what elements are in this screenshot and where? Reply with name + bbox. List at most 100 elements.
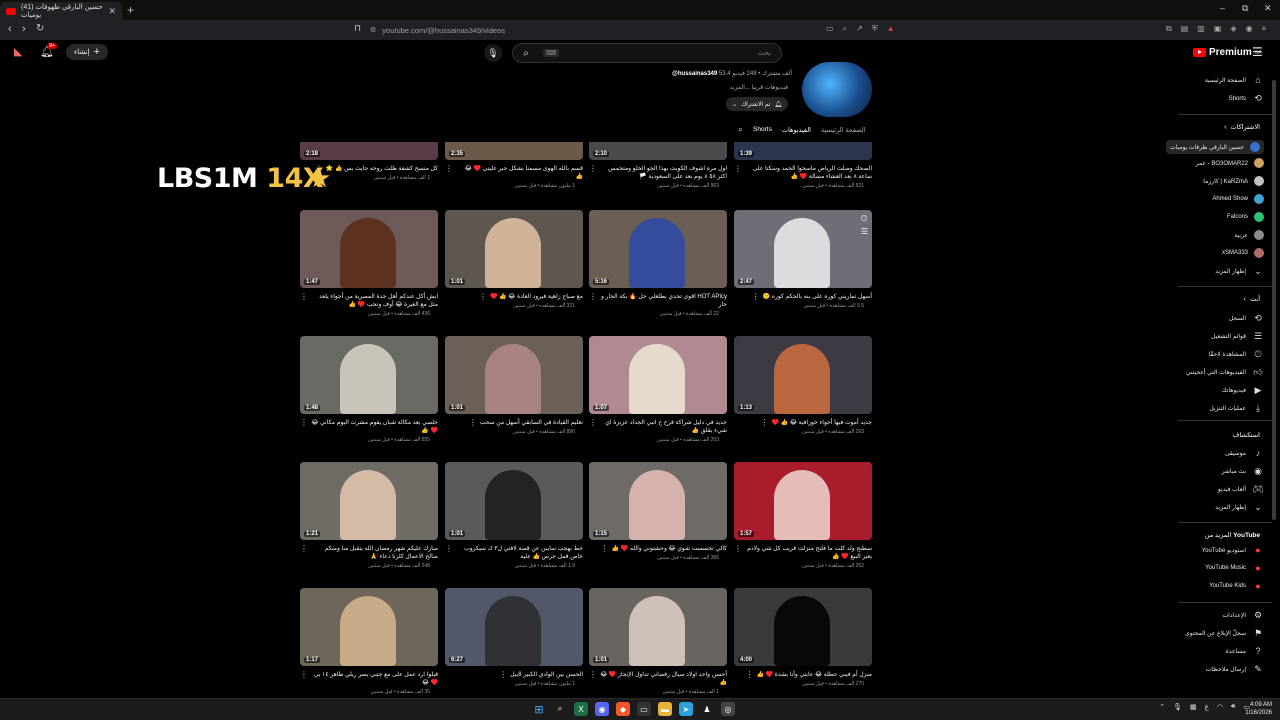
- video-card[interactable]: 1:15 كالي تحسست شوي 😂 وحشتوني والله ♥️ 👍 ⋮…: [589, 462, 727, 561]
- video-title[interactable]: تعليم القيادة في السابقي أسهل من سحب: [480, 419, 583, 427]
- excel-icon[interactable]: X: [574, 702, 588, 716]
- new-tab-button[interactable]: +: [127, 3, 134, 17]
- video-card[interactable]: 1:57 سطنج ولد كلت ما فلتح منزلت قريب كل ش…: [734, 462, 872, 569]
- more-actions-icon[interactable]: ⋮: [589, 671, 597, 687]
- video-thumbnail[interactable]: 1:07: [589, 336, 727, 414]
- video-card[interactable]: 1:01 تعليم القيادة في السابقي أسهل من سحب…: [445, 336, 583, 435]
- sidebar-item-more-from[interactable]: ● استوديو YouTube: [1202, 545, 1264, 555]
- network-icon[interactable]: ▦: [1190, 703, 1197, 711]
- video-title[interactable]: اول مره اشوف الكويت بهذا الجو الحلو ومتح…: [600, 165, 727, 181]
- tab-shorts[interactable]: Shorts: [753, 126, 772, 133]
- sidebar-item-you[interactable]: ⟲ السجل: [1229, 313, 1264, 324]
- video-card[interactable]: 1:01 مع صباح زاهية فيرود العادة 😂 👍 ♥️ ⋮ 32…: [445, 210, 583, 309]
- video-title[interactable]: الحسن بين الوادي الكبير 8بيل: [510, 671, 583, 679]
- video-thumbnail[interactable]: 6:27: [445, 588, 583, 666]
- video-card[interactable]: 1:13 جديد أموت فيها أجواء خورافية 😂 👍 ♥️ ⋮…: [734, 336, 872, 435]
- video-card[interactable]: 1:01 خط بهجب سايبن عن قصة لافتي ل٣ ك سيكر…: [445, 462, 583, 569]
- channel-search-icon[interactable]: ⌕: [738, 124, 743, 135]
- more-actions-icon[interactable]: ⋮: [479, 293, 487, 301]
- video-title[interactable]: ايش أكل عندكم أهل جدة المصرية من أجواء ي…: [311, 293, 438, 309]
- sidebar-item-footer[interactable]: ✎ إرسال ملاحظات: [1206, 664, 1264, 675]
- start-icon[interactable]: ⊞: [532, 702, 546, 716]
- video-title[interactable]: مع صباح زاهية فيرود العادة 😂 👍 ♥️: [490, 293, 583, 301]
- video-card[interactable]: 1:17 قيلوا ارد عمل على مع جتبي بصر ريلي ظ…: [300, 588, 438, 695]
- more-actions-icon[interactable]: ⋮: [589, 419, 597, 435]
- create-button[interactable]: إنشاء +: [66, 44, 108, 60]
- profile-icon[interactable]: ◉: [1246, 24, 1253, 34]
- sidebar-item-footer[interactable]: ⚑ سجلّ الإبلاغ عن المحتوى: [1185, 628, 1264, 639]
- video-card[interactable]: 2:35 قسم بالله الهوى مسمنا بشكل جبر عليني…: [445, 142, 583, 189]
- sidebar-item-home[interactable]: ⌂ الصفحة الرئيسية: [1205, 75, 1264, 85]
- hamburger-menu-icon[interactable]: ☰: [1252, 45, 1263, 59]
- video-card[interactable]: 2:47 🕓︎ ☰ أسهل تماريني كوره على بنه بالحكم …: [734, 210, 872, 309]
- vpn-icon[interactable]: ◈: [1230, 24, 1236, 34]
- video-card[interactable]: 1:48 خلصي بعد مكالة شبان يقوم مشرت اليوم …: [300, 336, 438, 443]
- page-scrollbar[interactable]: [1272, 80, 1276, 520]
- sidebar-item-you[interactable]: ⤓ عمليات التنزيل: [1209, 403, 1264, 414]
- sidebar-item-explore[interactable]: ◉ بث مباشر: [1222, 466, 1264, 477]
- sidebar-subscription[interactable]: KaRZmA | كارزما: [1203, 176, 1264, 186]
- sidebar-item-explore[interactable]: ⌄ إظهار المزيد: [1215, 502, 1264, 513]
- window-minimize-button[interactable]: –: [1220, 3, 1225, 13]
- sidebar-subscription[interactable]: عربية: [1234, 230, 1264, 240]
- reload-icon[interactable]: ↻: [36, 23, 44, 34]
- sidebar-subscription[interactable]: حسين البارقي ظرفات يوميات: [1165, 140, 1264, 154]
- zoom-icon[interactable]: ⌕: [843, 24, 847, 34]
- file-explorer-icon[interactable]: ▬: [658, 702, 672, 716]
- more-actions-icon[interactable]: ⋮: [734, 545, 742, 561]
- video-card[interactable]: 1:47 ايش أكل عندكم أهل جدة المصرية من أجو…: [300, 210, 438, 317]
- keyboard-icon[interactable]: ⌨: [543, 49, 560, 57]
- extensions-icon[interactable]: ⧉: [1166, 24, 1172, 34]
- video-title[interactable]: منزل أم فيني عطلة 😂 عابتي وأنا بشدة ♥️ 👍: [757, 671, 873, 679]
- obs-icon[interactable]: ◎: [721, 702, 735, 716]
- shield-icon[interactable]: ⛨: [872, 24, 878, 34]
- video-thumbnail[interactable]: 4:00: [734, 588, 872, 666]
- more-actions-icon[interactable]: ⋮: [315, 165, 323, 173]
- browser-tab-active[interactable]: (41) حسين البارقي ظهوفات يوميات ✕: [0, 2, 122, 20]
- video-title[interactable]: الصحك وصلت الرياض ماسحوا الحمد وسكتا على…: [745, 165, 872, 181]
- video-card[interactable]: 2:10 اول مره اشوف الكويت بهذا الجو الحلو …: [589, 142, 727, 189]
- video-title[interactable]: كالي تحسست شوي 😂 وحشتوني والله ♥️ 👍: [612, 545, 727, 553]
- subs-show-more[interactable]: ⌄ إظهار المزيد: [1215, 266, 1264, 277]
- more-actions-icon[interactable]: ⋮: [445, 545, 453, 561]
- search-icon[interactable]: ⌕: [513, 44, 539, 62]
- terminal-icon[interactable]: ▭: [637, 702, 651, 716]
- bookmark-icon[interactable]: ⊓: [354, 23, 361, 34]
- video-title[interactable]: قسم بالله الهوى مسمنا بشكل جبر عليني ♥️ …: [456, 165, 583, 181]
- search-input[interactable]: بحث: [758, 49, 771, 57]
- search-icon[interactable]: ⌕: [553, 702, 567, 716]
- video-thumbnail[interactable]: 1:01: [589, 588, 727, 666]
- channel-description[interactable]: فيديوهات قريبا ...المزيد: [730, 84, 788, 91]
- video-title[interactable]: كل منسح كشفة ظلت روحه جايت بس 👍 🌟: [326, 165, 438, 173]
- video-thumbnail[interactable]: 1:48: [300, 336, 438, 414]
- more-actions-icon[interactable]: ⋮: [746, 671, 754, 679]
- tab-close-icon[interactable]: ✕: [108, 6, 116, 17]
- more-actions-icon[interactable]: ⋮: [300, 671, 308, 687]
- discord-icon[interactable]: ◉: [595, 702, 609, 716]
- video-thumbnail[interactable]: 1:01: [445, 336, 583, 414]
- sidebar-item-you[interactable]: ☰ قوائم التشغيل: [1211, 331, 1264, 342]
- add-to-queue-icon[interactable]: ☰: [861, 227, 868, 236]
- video-card[interactable]: 1:39 الصحك وصلت الرياض ماسحوا الحمد وسكتا…: [734, 142, 872, 189]
- video-thumbnail[interactable]: 2:18: [300, 142, 438, 160]
- rewards-icon[interactable]: ▲: [887, 24, 895, 34]
- sidebar-item-footer[interactable]: ⚙ الإعدادات: [1223, 610, 1264, 621]
- video-title[interactable]: خلصي بعد مكالة شبان يقوم مشرت اليوم مكان…: [311, 419, 438, 435]
- sidebar-item-shorts[interactable]: ⟲ Shorts: [1229, 93, 1264, 104]
- sidebar-item-explore[interactable]: ♪ موسيقى: [1225, 448, 1264, 458]
- video-thumbnail[interactable]: 5:16: [589, 210, 727, 288]
- video-card[interactable]: 2:18 كل منسح كشفة ظلت روحه جايت بس 👍 🌟 ⋮ 1 …: [300, 142, 438, 181]
- sidebar-item-you[interactable]: ▶ فيديوهاتك: [1222, 385, 1264, 396]
- more-actions-icon[interactable]: ⋮: [752, 293, 760, 301]
- url-field[interactable]: ⚙ youtube.com/@hussainas349/videos: [370, 23, 505, 37]
- tab-home[interactable]: الصفحة الرئيسية: [821, 126, 866, 134]
- video-card[interactable]: 1:07 جديد في دليل شراكة فرح ح اتبي الجداد…: [589, 336, 727, 443]
- telegram-icon[interactable]: ➤: [679, 702, 693, 716]
- video-thumbnail[interactable]: 1:57: [734, 462, 872, 540]
- video-card[interactable]: 1:21 مبارك عليكم شهر رمضان الله يتقبل منا…: [300, 462, 438, 569]
- video-title[interactable]: خط بهجب سايبن عن قصة لافتي ل٣ ك سيكروب خ…: [456, 545, 583, 561]
- video-thumbnail[interactable]: 1:15: [589, 462, 727, 540]
- video-title[interactable]: سطنج ولد كلت ما فلتح منزلت قريب كل شي ول…: [745, 545, 872, 561]
- video-title[interactable]: أحسن واحد اولاد سيال رفضاني تداول الإنجا…: [600, 671, 727, 687]
- more-actions-icon[interactable]: ⋮: [300, 419, 308, 435]
